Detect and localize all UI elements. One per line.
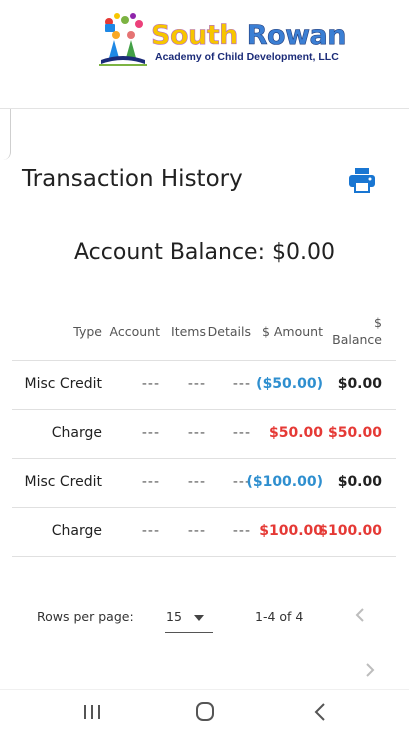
system-navigation-bar <box>0 689 409 729</box>
caret-down-icon <box>194 615 204 621</box>
logo-subtitle: Academy of Child Development, LLC <box>155 51 339 63</box>
cell-balance: $50.00 <box>327 425 382 441</box>
header-balance-label: Balance <box>332 332 382 347</box>
recent-apps-icon <box>84 705 100 719</box>
cell-account: --- <box>141 425 160 441</box>
header-balance[interactable]: $ Balance <box>332 314 382 348</box>
cell-items: --- <box>187 523 206 539</box>
home-icon <box>196 702 214 721</box>
header-items[interactable]: Items <box>171 324 206 339</box>
account-balance: Account Balance: $0.00 <box>74 240 335 265</box>
header-balance-symbol: $ <box>374 315 382 330</box>
back-chevron-icon <box>314 703 325 721</box>
chevron-right-icon <box>366 663 375 677</box>
rows-per-page-select[interactable]: 15 <box>165 602 213 633</box>
recent-apps-button[interactable] <box>77 700 107 724</box>
cell-account: --- <box>141 376 160 392</box>
back-button[interactable] <box>305 700 335 724</box>
cell-amount: $100.00 <box>259 523 323 539</box>
next-page-button[interactable] <box>360 658 380 682</box>
cell-amount: $50.00 <box>268 425 323 441</box>
cell-details: --- <box>232 425 251 441</box>
table-pagination: Rows per page: 15 1-4 of 4 <box>0 594 409 689</box>
cell-items: --- <box>187 376 206 392</box>
header-amount[interactable]: $ Amount <box>262 324 323 339</box>
chevron-left-icon <box>355 608 364 622</box>
cell-type: Charge <box>51 523 102 539</box>
header-account[interactable]: Account <box>110 324 160 339</box>
cell-account: --- <box>141 523 160 539</box>
cell-details: --- <box>232 523 251 539</box>
logo-word-south: South <box>151 20 239 51</box>
cell-type: Charge <box>51 425 102 441</box>
cell-details: --- <box>232 376 251 392</box>
printer-icon <box>349 168 375 193</box>
header-type[interactable]: Type <box>73 324 102 339</box>
children-logo-icon <box>99 13 147 66</box>
cell-amount: ($100.00) <box>246 474 323 490</box>
school-logo: South Rowan Academy of Child Development… <box>95 8 347 68</box>
cell-account: --- <box>141 474 160 490</box>
logo-word-rowan: Rowan <box>246 20 346 51</box>
rows-per-page-value: 15 <box>166 609 182 624</box>
cell-type: Misc Credit <box>24 376 102 392</box>
cell-amount: ($50.00) <box>256 376 323 392</box>
table-header-row: Type Account Items Details $ Amount $ Ba… <box>12 308 396 361</box>
transaction-table: Type Account Items Details $ Amount $ Ba… <box>12 308 396 557</box>
app-header: South Rowan Academy of Child Development… <box>0 0 409 109</box>
cell-balance: $0.00 <box>337 474 382 490</box>
rows-per-page-label: Rows per page: <box>37 609 134 624</box>
table-row: Charge --- --- --- $100.00 $100.00 <box>12 508 396 557</box>
cell-items: --- <box>187 474 206 490</box>
print-button[interactable] <box>348 167 376 193</box>
logo-title: South Rowan <box>151 20 347 51</box>
cell-items: --- <box>187 425 206 441</box>
table-row: Misc Credit --- --- --- ($50.00) $0.00 <box>12 361 396 410</box>
table-row: Misc Credit --- --- --- ($100.00) $0.00 <box>12 459 396 508</box>
table-row: Charge --- --- --- $50.00 $50.00 <box>12 410 396 459</box>
previous-page-button[interactable] <box>350 603 370 627</box>
cell-balance: $0.00 <box>337 376 382 392</box>
page-title: Transaction History <box>22 166 243 192</box>
cell-balance: $100.00 <box>318 523 382 539</box>
pagination-range: 1-4 of 4 <box>255 609 304 624</box>
header-details[interactable]: Details <box>208 324 251 339</box>
home-button[interactable] <box>190 700 220 724</box>
cell-type: Misc Credit <box>24 474 102 490</box>
